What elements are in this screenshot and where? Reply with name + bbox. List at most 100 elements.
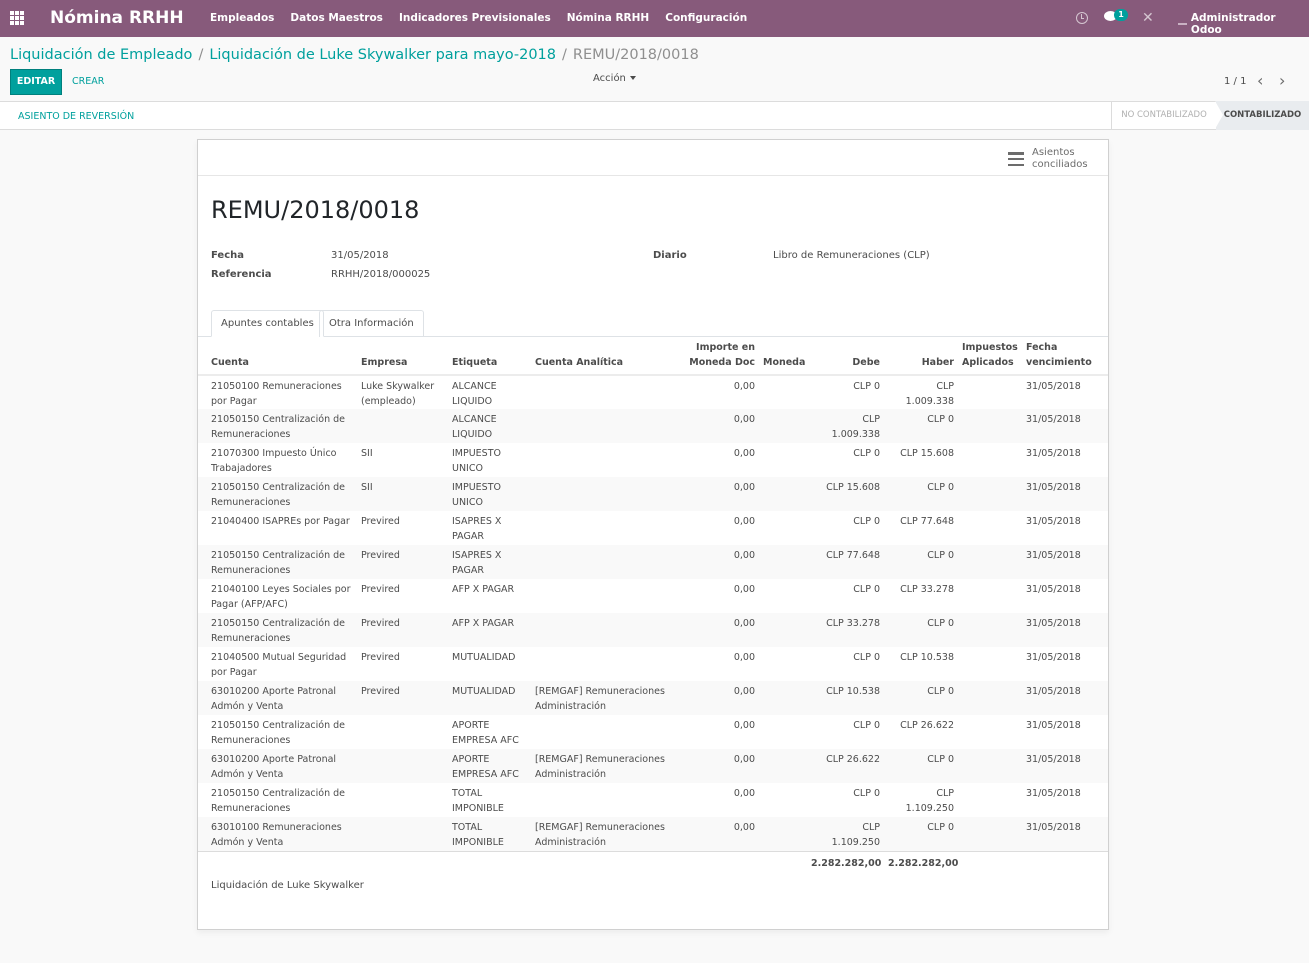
table-row[interactable]: 63010100 Remuneraciones Admón y Venta TOT… xyxy=(198,817,1108,851)
cell-moneda xyxy=(759,783,807,817)
column-header-impuestos[interactable]: Impuestos Aplicados xyxy=(958,340,1022,376)
table-row[interactable]: 21050150 Centralización de Remuneracione… xyxy=(198,477,1108,511)
table-row[interactable]: 21050150 Centralización de Remuneracione… xyxy=(198,545,1108,579)
edit-button[interactable]: EDITAR xyxy=(10,69,62,95)
reversal-entry-button[interactable]: ASIENTO DE REVERSIÓN xyxy=(18,111,134,122)
menu-item-indicadores[interactable]: Indicadores Previsionales xyxy=(399,12,551,24)
cell-impuestos xyxy=(958,817,1022,851)
cell-moneda xyxy=(759,681,807,715)
cell-haber: CLP 0 xyxy=(884,409,958,443)
table-row[interactable]: 21070300 Impuesto Único Trabajadores SII I… xyxy=(198,443,1108,477)
column-header-analitica[interactable]: Cuenta Analítica xyxy=(531,340,683,376)
cell-moneda xyxy=(759,443,807,477)
menu-item-empleados[interactable]: Empleados xyxy=(210,12,274,24)
cell-haber: CLP 10.538 xyxy=(884,647,958,681)
cell-debe: CLP 0 xyxy=(807,443,884,477)
column-header-vencimiento[interactable]: Fecha vencimiento xyxy=(1022,340,1108,376)
table-row[interactable]: 21050150 Centralización de Remuneracione… xyxy=(198,409,1108,443)
app-title[interactable]: Nómina RRHH xyxy=(50,8,184,28)
main-menu: Empleados Datos Maestros Indicadores Pre… xyxy=(210,12,763,24)
cell-empresa: Previred xyxy=(357,647,448,681)
cell-importe: 0,00 xyxy=(683,749,759,783)
apps-menu-icon[interactable] xyxy=(10,11,24,25)
column-header-haber[interactable]: Haber xyxy=(884,340,958,376)
menu-item-nomina[interactable]: Nómina RRHH xyxy=(567,12,650,24)
column-header-cuenta[interactable]: Cuenta xyxy=(198,340,357,376)
stage-not-posted[interactable]: NO CONTABILIZADO xyxy=(1111,101,1216,130)
cell-etiqueta: TOTAL IMPONIBLE xyxy=(448,817,531,851)
activity-clock-icon[interactable] xyxy=(1076,12,1088,24)
total-haber: 2.282.282,00 xyxy=(884,850,958,871)
cell-etiqueta: ISAPRES X PAGAR xyxy=(448,511,531,545)
cell-importe: 0,00 xyxy=(683,511,759,545)
debug-tools-icon[interactable]: ✕ xyxy=(1142,10,1154,26)
cell-moneda xyxy=(759,477,807,511)
cell-empresa xyxy=(357,783,448,817)
stage-posted[interactable]: CONTABILIZADO xyxy=(1215,101,1309,130)
chevron-left-icon[interactable]: ‹ xyxy=(1257,71,1263,90)
cell-haber: CLP 0 xyxy=(884,545,958,579)
cell-analitica: [REMGAF] Remuneraciones Administración xyxy=(531,681,683,715)
menu-item-datos-maestros[interactable]: Datos Maestros xyxy=(290,12,383,24)
cell-empresa: Luke Skywalker (empleado) xyxy=(357,375,448,409)
referencia-label: Referencia xyxy=(211,269,272,280)
cell-debe: CLP 0 xyxy=(807,783,884,817)
list-icon xyxy=(1008,152,1024,166)
table-row[interactable]: 63010200 Aporte Patronal Admón y Venta Pr… xyxy=(198,681,1108,715)
cell-etiqueta: MUTUALIDAD xyxy=(448,647,531,681)
cell-importe: 0,00 xyxy=(683,613,759,647)
cell-vencimiento: 31/05/2018 xyxy=(1022,647,1108,681)
table-row[interactable]: 21040100 Leyes Sociales por Pagar (AFP/A… xyxy=(198,579,1108,613)
caret-down-icon xyxy=(629,76,636,80)
cell-analitica xyxy=(531,783,683,817)
pager-value[interactable]: 1 / 1 xyxy=(1224,76,1246,87)
cell-cuenta: 21050150 Centralización de Remuneracione… xyxy=(198,477,357,511)
column-header-empresa[interactable]: Empresa xyxy=(357,340,448,376)
cell-etiqueta: TOTAL IMPONIBLE xyxy=(448,783,531,817)
action-dropdown[interactable]: Acción xyxy=(593,73,636,84)
menu-item-configuracion[interactable]: Configuración xyxy=(665,12,747,24)
cell-vencimiento: 31/05/2018 xyxy=(1022,681,1108,715)
cell-analitica xyxy=(531,443,683,477)
column-header-debe[interactable]: Debe xyxy=(807,340,884,376)
cell-importe: 0,00 xyxy=(683,579,759,613)
cell-impuestos xyxy=(958,375,1022,409)
table-row[interactable]: 21040400 ISAPREs por Pagar Previred ISAPRE… xyxy=(198,511,1108,545)
cell-empresa: Previred xyxy=(357,511,448,545)
cell-etiqueta: IMPUESTO UNICO xyxy=(448,477,531,511)
column-header-etiqueta[interactable]: Etiqueta xyxy=(448,340,531,376)
cell-impuestos xyxy=(958,613,1022,647)
cell-debe: CLP 0 xyxy=(807,579,884,613)
cell-cuenta: 21040500 Mutual Seguridad por Pagar xyxy=(198,647,357,681)
reconciled-entries-button[interactable]: Asientos conciliados xyxy=(1008,147,1092,171)
cell-debe: CLP 77.648 xyxy=(807,545,884,579)
table-row[interactable]: 21040500 Mutual Seguridad por Pagar Previ… xyxy=(198,647,1108,681)
table-row[interactable]: 63010200 Aporte Patronal Admón y Venta AP… xyxy=(198,749,1108,783)
form-sheet: Asientos conciliados REMU/2018/0018 Fech… xyxy=(197,139,1109,930)
column-header-importe[interactable]: Importe en Moneda Doc xyxy=(683,340,759,376)
cell-etiqueta: AFP X PAGAR xyxy=(448,579,531,613)
user-menu[interactable]: Administrador Odoo xyxy=(1178,12,1309,36)
table-row[interactable]: 21050150 Centralización de Remuneracione… xyxy=(198,783,1108,817)
cell-vencimiento: 31/05/2018 xyxy=(1022,579,1108,613)
tab-apuntes-contables[interactable]: Apuntes contables xyxy=(211,310,324,337)
breadcrumb: Liquidación de Empleado / Liquidación de L… xyxy=(10,47,699,63)
cell-cuenta: 21050150 Centralización de Remuneracione… xyxy=(198,545,357,579)
cell-debe: CLP 0 xyxy=(807,715,884,749)
cell-debe: CLP 33.278 xyxy=(807,613,884,647)
column-header-moneda[interactable]: Moneda xyxy=(759,340,807,376)
cell-debe: CLP 26.622 xyxy=(807,749,884,783)
cell-empresa: Previred xyxy=(357,545,448,579)
create-button[interactable]: CREAR xyxy=(72,76,104,87)
chevron-right-icon[interactable]: › xyxy=(1279,71,1285,90)
table-row[interactable]: 21050150 Centralización de Remuneracione… xyxy=(198,613,1108,647)
diario-value[interactable]: Libro de Remuneraciones (CLP) xyxy=(773,250,930,261)
breadcrumb-item-payslip[interactable]: Liquidación de Luke Skywalker para mayo-… xyxy=(209,47,556,63)
tab-otra-informacion[interactable]: Otra Información xyxy=(319,310,424,337)
table-row[interactable]: 21050150 Centralización de Remuneracione… xyxy=(198,715,1108,749)
table-row[interactable]: 21050100 Remuneraciones por Pagar Luke Sk… xyxy=(198,375,1108,409)
cell-vencimiento: 31/05/2018 xyxy=(1022,477,1108,511)
breadcrumb-item-liquidacion[interactable]: Liquidación de Empleado xyxy=(10,47,192,63)
cell-haber: CLP 33.278 xyxy=(884,579,958,613)
cell-analitica xyxy=(531,511,683,545)
